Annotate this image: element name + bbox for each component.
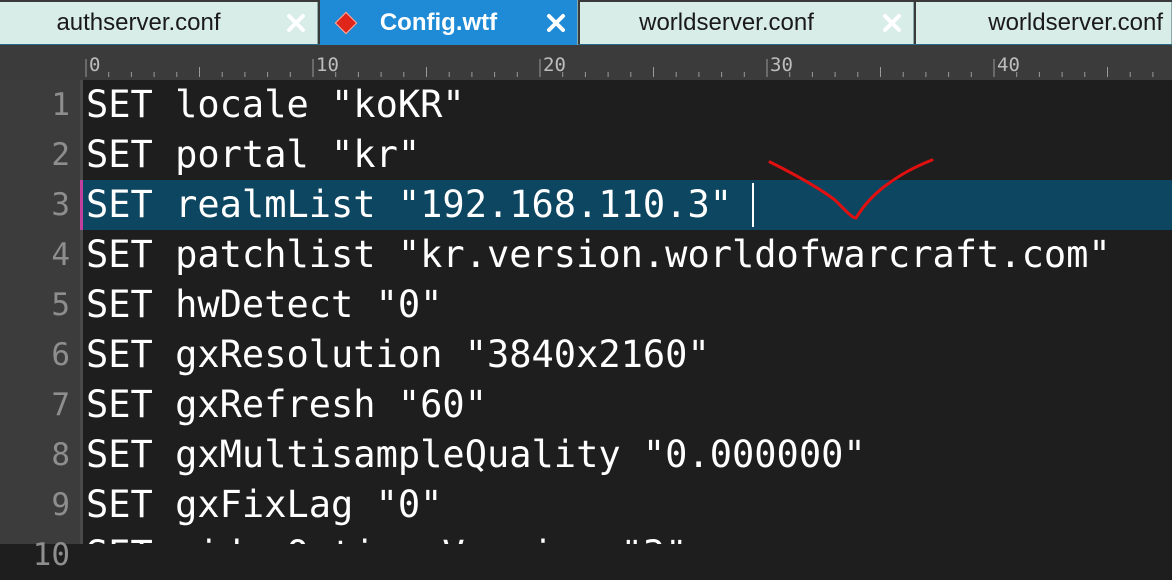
ruler-scale: 0 10 20 30 40 [85,54,1154,77]
text-caret [752,183,754,227]
code-line[interactable]: SET patchlist "kr.version.worldofwarcraf… [83,230,1172,280]
line-number: 1 [51,87,70,123]
line-number: 7 [51,387,70,423]
ruler-label: 40 [997,54,1020,76]
ruler-label: 10 [316,54,339,76]
line-number: 3 [51,187,70,223]
code-line[interactable]: SET gxMultisampleQuality "0.000000" [83,430,1172,480]
tab-label: Config.wtf [379,8,498,36]
code-line[interactable]: SET videoOptionsVersion "3" [83,530,1172,544]
modified-diamond-icon [334,11,358,34]
tab-config-wtf[interactable]: Config.wtf [320,0,578,45]
code-line[interactable]: SET portal "kr" [83,130,1172,180]
close-icon[interactable] [285,12,307,34]
code-line[interactable]: SET hwDetect "0" [83,280,1172,330]
tab-worldserver-conf[interactable]: worldserver.conf [580,2,914,44]
line-number: 10 [32,537,70,573]
tab-worldserver-conf-2[interactable]: worldserver.conf [916,2,1172,44]
tab-label: worldserver.conf [988,9,1163,36]
close-icon[interactable] [881,12,903,34]
code-line[interactable]: SET gxFixLag "0" [83,480,1172,530]
tab-authserver-conf[interactable]: authserver.conf [0,2,318,44]
code-line[interactable]: SET gxResolution "3840x2160" [83,330,1172,380]
tab-bar: authserver.conf Config.wtf worldserver.c… [0,0,1172,45]
column-ruler: 0 10 20 30 40 [0,45,1172,80]
close-icon[interactable] [545,12,567,34]
tab-label: worldserver.conf [639,9,814,36]
code-editor[interactable]: SET locale "koKR" SET portal "kr" SET re… [83,80,1172,544]
line-number: 6 [51,337,70,373]
ruler-label: 30 [770,54,793,76]
code-line[interactable]: SET gxRefresh "60" [83,380,1172,430]
line-number: 8 [51,437,70,473]
tab-label: authserver.conf [56,9,221,36]
code-line[interactable]: SET locale "koKR" [83,80,1172,130]
line-number: 5 [51,287,70,323]
line-number: 9 [51,487,70,523]
ruler-label: 20 [543,54,566,76]
ruler-label: 0 [89,54,100,76]
line-number: 4 [51,237,70,273]
line-number: 2 [51,137,70,173]
code-line-current[interactable]: SET realmList "192.168.110.3" [83,180,1172,230]
